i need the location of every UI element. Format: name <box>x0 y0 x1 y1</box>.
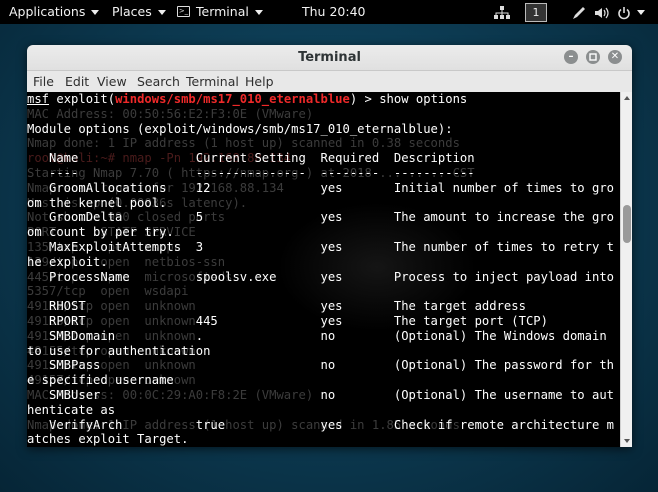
output-line: om count by per try. <box>27 225 174 240</box>
scroll-down-icon[interactable] <box>624 439 630 443</box>
power-icon[interactable] <box>617 0 645 24</box>
menu-terminal[interactable]: Terminal <box>186 71 239 92</box>
menu-bar: File Edit View Search Terminal Help <box>27 71 632 93</box>
output-line: henticate as <box>27 402 116 417</box>
output-line: RPORT 445 yes The target port (TCP) <box>27 314 548 328</box>
chevron-down-icon <box>91 10 100 15</box>
output-line: RHOST yes The target address <box>27 299 526 314</box>
output-line: ProcessName spoolsv.exe yes Process to i… <box>27 269 614 284</box>
menu-edit[interactable]: Edit <box>65 71 89 92</box>
ghost-line: 5357/tcp open wsdapi <box>27 284 189 299</box>
maximize-button[interactable] <box>586 50 600 64</box>
title-bar[interactable]: Terminal – ✕ <box>27 45 632 71</box>
prompt-module: windows/smb/ms17_010_eternalblue <box>115 92 350 106</box>
terminal-app-label: Terminal <box>196 4 249 19</box>
output-line: atches exploit Target. <box>27 432 189 447</box>
terminal-icon: >_ <box>177 6 190 17</box>
ghost-line: MAC Address: 00:50:56:E2:F3:0E (VMware) <box>27 106 314 121</box>
places-label: Places <box>112 4 152 19</box>
scrollbar-thumb[interactable] <box>623 205 631 243</box>
clock[interactable]: Thu 20:40 <box>302 0 365 24</box>
close-icon: ✕ <box>610 51 620 62</box>
window-title: Terminal <box>298 50 361 65</box>
minimize-icon: – <box>568 51 574 62</box>
places-menu[interactable]: Places <box>112 0 166 24</box>
workspace-indicator[interactable]: 1 <box>525 3 547 22</box>
output-line: SMBDomain . no (Optional) The Windows do… <box>27 328 614 343</box>
output-line: Name Current Setting Required Descriptio… <box>27 151 475 166</box>
output-line: GroomAllocations 12 yes Initial number o… <box>27 180 614 195</box>
output-line: Module options (exploit/windows/smb/ms17… <box>27 121 453 136</box>
menu-file[interactable]: File <box>33 71 54 92</box>
terminal-window: Terminal – ✕ File Edit View Search Termi… <box>27 45 632 447</box>
pen-icon[interactable] <box>572 0 586 24</box>
chevron-down-icon <box>157 10 166 15</box>
ghost-line: Nmap done: 1 IP address (1 host up) scan… <box>27 136 460 151</box>
menu-help[interactable]: Help <box>245 71 274 92</box>
output-line: VerifyArch true yes Check if remote arch… <box>27 417 614 432</box>
terminal-output[interactable]: MAC Address: 00:50:56:E2:F3:0E (VMware) N… <box>27 92 620 447</box>
prompt-line: msf exploit(windows/smb/ms17_010_eternal… <box>27 92 467 107</box>
output-line: SMBUser no (Optional) The username to au… <box>27 388 614 402</box>
output-line: om the kernel pool. <box>27 195 167 210</box>
chevron-down-icon <box>254 10 263 15</box>
maximize-icon <box>586 50 600 64</box>
close-button[interactable]: ✕ <box>608 50 622 64</box>
minimize-button[interactable]: – <box>564 50 578 64</box>
menu-view[interactable]: View <box>97 71 127 92</box>
output-line: GroomDelta 5 yes The amount to increase … <box>27 210 614 225</box>
output-line: to use for authentication <box>27 343 211 358</box>
prompt-pre: exploit( <box>49 92 116 106</box>
chevron-down-icon <box>637 10 645 15</box>
output-line: MaxExploitAttempts 3 yes The number of t… <box>27 240 614 254</box>
output-line: ---- --------------- -------- ----------… <box>27 166 475 180</box>
menu-search[interactable]: Search <box>137 71 180 92</box>
applications-label: Applications <box>9 4 86 19</box>
applications-menu[interactable]: Applications <box>9 0 100 24</box>
scroll-up-icon[interactable] <box>624 96 630 100</box>
terminal-app-menu[interactable]: >_ Terminal <box>177 0 263 24</box>
output-line: SMBPass no (Optional) The password for t… <box>27 358 614 373</box>
top-bar: Applications Places >_ Terminal Thu 20:40… <box>0 0 658 24</box>
volume-icon[interactable] <box>594 0 610 24</box>
output-line: e specified username <box>27 373 174 388</box>
scrollbar[interactable] <box>620 92 632 447</box>
prompt-command: ) > show options <box>349 92 468 106</box>
prompt-msf: msf <box>27 92 50 106</box>
network-icon[interactable] <box>494 0 510 24</box>
output-line: he exploit. <box>27 254 108 269</box>
